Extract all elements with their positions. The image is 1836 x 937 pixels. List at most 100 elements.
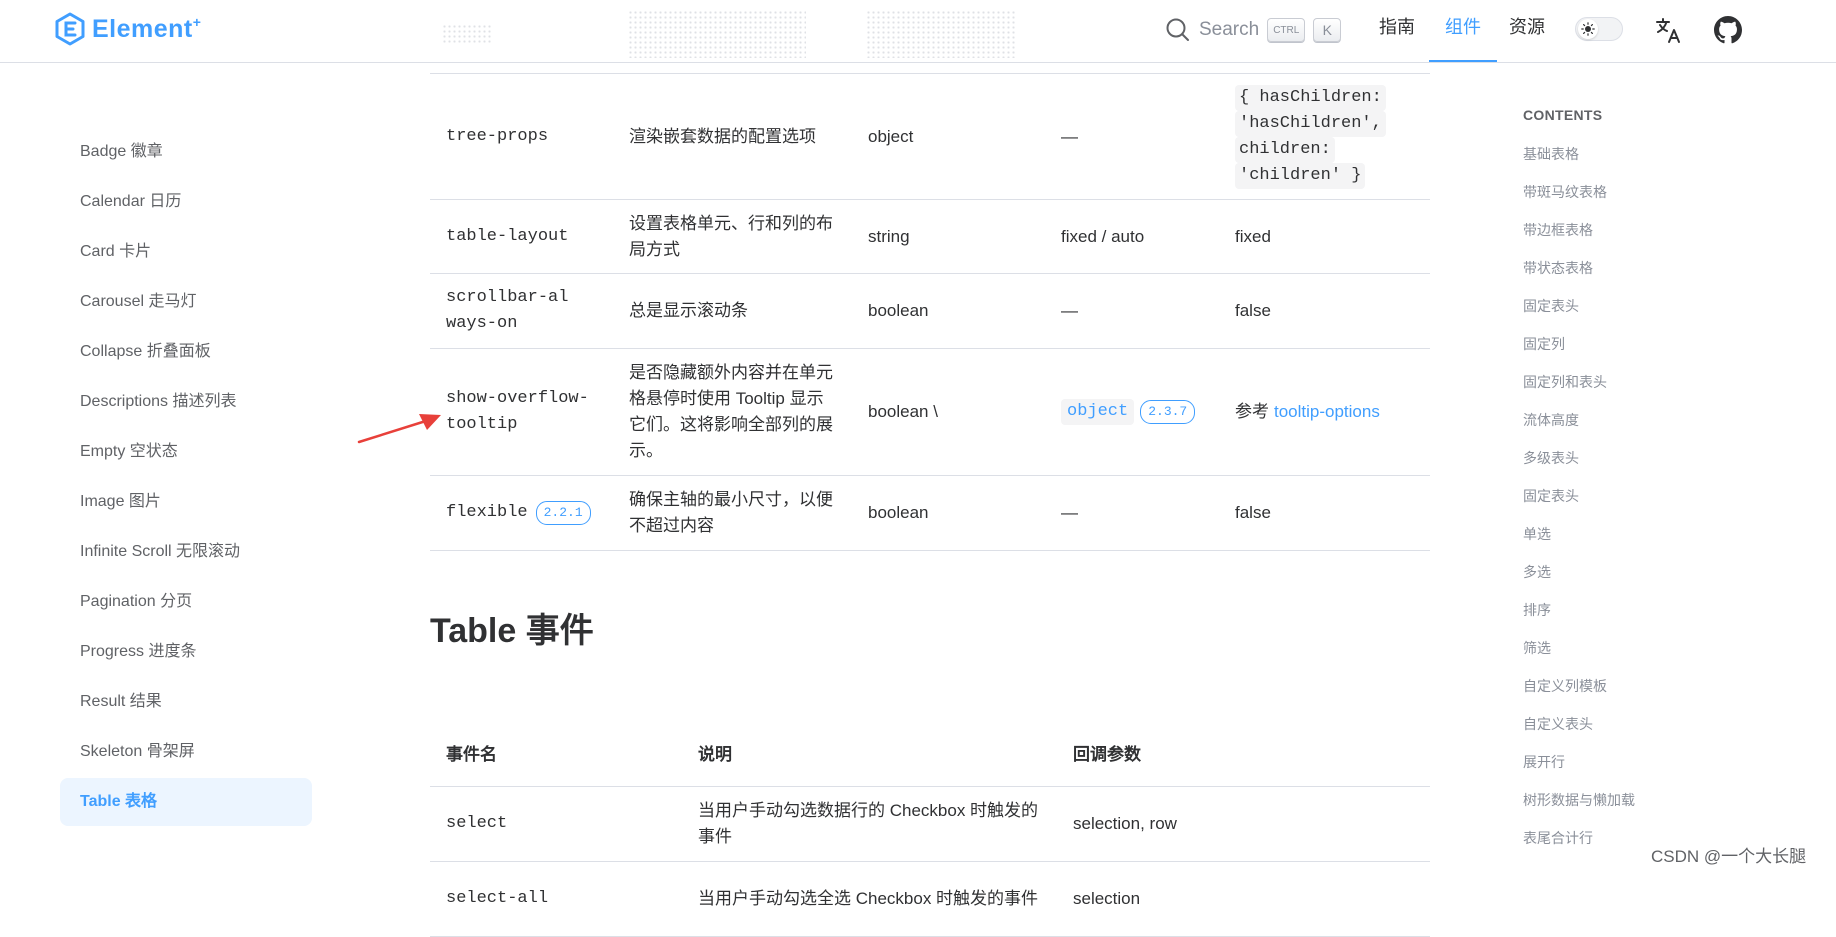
attr-type: boolean [868, 503, 929, 522]
events-header-params: 回调参数 [1073, 744, 1141, 764]
table-row: tree-props 渲染嵌套数据的配置选项 object — { hasChi… [430, 74, 1430, 200]
table-row: scrollbar-always-on 总是显示滚动条 boolean — fa… [430, 274, 1430, 349]
attr-type: object [868, 126, 914, 146]
toc-item[interactable]: 流体高度 [1523, 410, 1579, 430]
attr-desc: 确保主轴的最小尺寸，以便不超过内容 [629, 490, 833, 535]
attr-default: false [1235, 301, 1271, 320]
attr-accepted: fixed / auto [1061, 226, 1145, 246]
table-row [430, 63, 1430, 74]
search-icon [1166, 18, 1189, 41]
toc-title: CONTENTS [1523, 107, 1603, 123]
toc-item[interactable]: 排序 [1523, 600, 1551, 620]
attr-name: show-overflow-tooltip [446, 389, 589, 434]
event-name: select [446, 814, 508, 833]
toc-item[interactable]: 展开行 [1523, 752, 1565, 772]
attr-name: scrollbar-always-on [446, 288, 569, 333]
table-row: table-layout 设置表格单元、行和列的布局方式 string fixe… [430, 200, 1430, 274]
sidebar-item-card[interactable]: Card 卡片 [60, 228, 312, 276]
toc-item[interactable]: 自定义表头 [1523, 714, 1593, 734]
toc-item[interactable]: 单选 [1523, 524, 1551, 544]
sidebar-item-result[interactable]: Result 结果 [60, 678, 312, 726]
sidebar-item-empty[interactable]: Empty 空状态 [60, 428, 312, 476]
toc-item[interactable]: 固定表头 [1523, 296, 1579, 316]
event-params: selection, row [1073, 814, 1177, 833]
nav-component[interactable]: 组件 [1429, 0, 1497, 62]
sidebar-item-badge[interactable]: Badge 徽章 [60, 128, 312, 176]
search-label: Search [1199, 19, 1260, 40]
toc-item[interactable]: 固定列和表头 [1523, 372, 1607, 392]
sidebar-item-skeleton[interactable]: Skeleton 骨架屏 [60, 728, 312, 776]
toc-item[interactable]: 固定列 [1523, 334, 1565, 354]
nav-guide[interactable]: 指南 [1379, 0, 1415, 62]
attr-accepted: — [1061, 126, 1078, 146]
theme-toggle[interactable] [1575, 17, 1623, 41]
table-row: select 当用户手动勾选数据行的 Checkbox 时触发的事件 selec… [430, 787, 1430, 862]
attr-default: false [1235, 503, 1271, 522]
attr-desc: 总是显示滚动条 [629, 301, 748, 320]
table-row: show-overflow-tooltip 是否隐藏额外内容并在单元格悬停时使用… [430, 349, 1430, 476]
events-header-name: 事件名 [446, 744, 497, 764]
default-code-line: 'children' } [1235, 162, 1366, 189]
attr-name-text: flexible [446, 503, 528, 522]
toc-item[interactable]: 带斑马纹表格 [1523, 182, 1607, 202]
kbd-k: K [1313, 18, 1342, 42]
event-desc: 当用户手动勾选数据行的 Checkbox 时触发的事件 [698, 801, 1039, 846]
event-params: selection [1073, 889, 1141, 908]
search-button[interactable]: Search CTRL K [1165, 15, 1342, 45]
blurred-area [866, 10, 1016, 58]
toc-item[interactable]: 基础表格 [1523, 144, 1579, 164]
sidebar-item-collapse[interactable]: Collapse 折叠面板 [60, 328, 312, 376]
version-badge: 2.2.1 [535, 501, 591, 525]
tooltip-options-link[interactable]: tooltip-options [1274, 399, 1380, 425]
sidebar-item-pagination[interactable]: Pagination 分页 [60, 578, 312, 626]
attr-name: table-layout [446, 226, 569, 246]
accepted-code: object [1061, 399, 1135, 425]
sidebar-item-calendar[interactable]: Calendar 日历 [60, 178, 312, 226]
toc-item[interactable]: 带边框表格 [1523, 220, 1593, 240]
toc-item[interactable]: 筛选 [1523, 638, 1551, 658]
attr-desc: 渲染嵌套数据的配置选项 [629, 126, 816, 146]
nav-resource[interactable]: 资源 [1509, 0, 1545, 62]
translate-button[interactable] [1654, 15, 1684, 45]
attr-accepted: — [1061, 301, 1078, 320]
element-plus-logo[interactable]: Element + [54, 11, 201, 47]
blurred-area [442, 24, 492, 44]
sidebar-item-table[interactable]: Table 表格 [60, 778, 312, 826]
toc-item[interactable]: 自定义列模板 [1523, 676, 1607, 696]
attr-type: boolean [868, 301, 929, 320]
logo-plus: + [192, 14, 201, 30]
attr-desc: 是否隐藏额外内容并在单元格悬停时使用 Tooltip 显示它们。这将影响全部列的… [629, 363, 833, 460]
kbd-ctrl: CTRL [1267, 18, 1306, 42]
default-code-line: children: [1235, 136, 1335, 163]
table-row: select-all 当用户手动勾选全选 Checkbox 时触发的事件 sel… [430, 862, 1430, 937]
table-row: flexible 2.2.1 确保主轴的最小尺寸，以便不超过内容 boolean… [430, 476, 1430, 551]
theme-knob [1578, 19, 1598, 39]
csdn-watermark: CSDN @一个大长腿 [1651, 847, 1807, 866]
default-code-line: 'hasChildren', [1235, 110, 1386, 137]
attr-accepted: — [1061, 503, 1078, 522]
logo-text: Element [92, 14, 193, 43]
events-header-row: 事件名 说明 回调参数 [430, 723, 1430, 787]
sun-icon [1581, 22, 1595, 36]
toc-item[interactable]: 多级表头 [1523, 448, 1579, 468]
attr-accepted: object 2.3.7 [1061, 349, 1231, 475]
attr-type: string [868, 226, 910, 246]
blurred-area [628, 10, 806, 58]
sidebar-item-image[interactable]: Image 图片 [60, 478, 312, 526]
events-header-desc: 说明 [698, 744, 732, 764]
toc-item[interactable]: 多选 [1523, 562, 1551, 582]
toc-item[interactable]: 表尾合计行 [1523, 828, 1593, 848]
sidebar-item-carousel[interactable]: Carousel 走马灯 [60, 278, 312, 326]
sidebar-item-descriptions[interactable]: Descriptions 描述列表 [60, 378, 312, 426]
toc-item[interactable]: 带状态表格 [1523, 258, 1593, 278]
sidebar: Badge 徽章 Calendar 日历 Card 卡片 Carousel 走马… [0, 63, 330, 872]
github-link[interactable] [1713, 15, 1743, 45]
sidebar-item-progress[interactable]: Progress 进度条 [60, 628, 312, 676]
sidebar-item-infinite-scroll[interactable]: Infinite Scroll 无限滚动 [60, 528, 312, 576]
events-section-title: Table 事件 [430, 612, 594, 650]
toc-item[interactable]: 树形数据与懒加载 [1523, 790, 1635, 810]
attr-default: { hasChildren: 'hasChildren', children: … [1235, 74, 1425, 199]
toc-item[interactable]: 固定表头 [1523, 486, 1579, 506]
attr-name: flexible 2.2.1 [446, 476, 621, 550]
default-code-line: { hasChildren: [1235, 84, 1386, 111]
